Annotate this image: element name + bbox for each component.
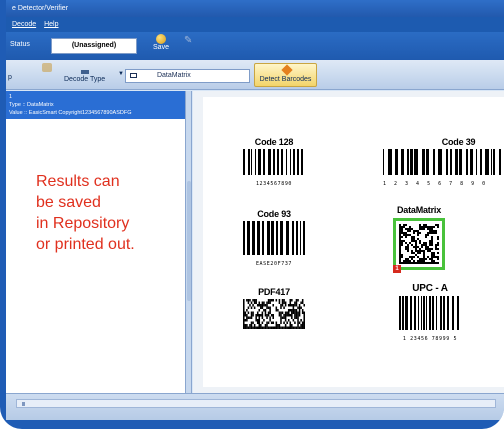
barcode-datamatrix: DataMatrix 1 [381, 205, 457, 273]
decode-type-value: DataMatrix [156, 72, 191, 79]
barcode-code93: Code 93 EASE20F737 [239, 209, 309, 267]
barcode-pdf417: PDF417 [239, 287, 309, 334]
decode-type-label: Decode Type [64, 76, 106, 83]
app-window: e Detector/Verifier Decode Help Status (… [6, 0, 504, 420]
barcode-digits: 1234567890 [255, 181, 293, 187]
save-button[interactable]: Save [148, 34, 174, 58]
pdf417-bars [243, 299, 305, 329]
result-index: 1 [9, 94, 13, 100]
caption-line-2: be saved [36, 194, 101, 211]
toolbar-edge-label: p [8, 74, 12, 81]
detect-icon [281, 64, 293, 76]
code128-bars [243, 149, 303, 175]
menu-bar: Decode Help [6, 17, 504, 32]
window-title: e Detector/Verifier [12, 5, 69, 12]
decode-type-button[interactable]: Decode Type [64, 70, 105, 83]
barcode-code39: Code 39 1 2 3 4 5 6 7 8 9 0 [383, 137, 504, 187]
barcode-label: Code 93 [257, 209, 291, 219]
disabled-edit-icon: ✎ [184, 35, 193, 46]
result-type: Type :: DataMatrix [9, 102, 54, 108]
barcode-digits: 1 2 3 4 5 6 7 8 9 0 [383, 181, 488, 187]
detect-barcodes-button[interactable]: Detect Barcodes [254, 63, 317, 87]
barcode-icon [80, 70, 89, 74]
result-value: Value :: EasicSmart Copyright1234567890A… [9, 110, 132, 116]
horizontal-scrollbar[interactable] [16, 399, 496, 408]
upca-bars [399, 296, 459, 330]
menu-item-decode[interactable]: Decode [12, 21, 36, 28]
save-icon [156, 34, 166, 44]
save-label: Save [153, 44, 169, 51]
code93-bars [243, 221, 305, 255]
barcode-code128: Code 128 1234567890 [239, 137, 309, 187]
screenshot-frame: e Detector/Verifier Decode Help Status (… [0, 0, 504, 429]
decode-toolbar: p Decode Type ▼ DataMatrix Detect Barcod… [6, 60, 504, 90]
status-field[interactable]: (Unassigned) [51, 38, 137, 54]
overlay-caption: Results can be saved in Repository or pr… [36, 171, 186, 255]
caption-line-4: or printed out. [36, 236, 135, 253]
menu-item-help[interactable]: Help [44, 21, 58, 28]
status-bar [6, 393, 504, 420]
decode-type-select[interactable]: DataMatrix [125, 69, 250, 83]
image-viewer[interactable]: Code 128 1234567890 Code 39 1 2 3 4 5 6 … [193, 91, 504, 393]
detected-highlight[interactable] [393, 218, 445, 270]
toolbar-icon [42, 63, 52, 72]
panel-splitter[interactable] [186, 91, 192, 393]
barcode-label: PDF417 [258, 287, 290, 297]
barcode-digits: EASE20F737 [255, 261, 293, 267]
barcode-label: DataMatrix [396, 205, 441, 215]
barcode-label: Code 39 [441, 137, 476, 147]
code39-bars [383, 149, 501, 175]
caption-line-3: in Repository [36, 215, 130, 232]
result-badge[interactable]: 1 [393, 265, 401, 273]
detect-label: Detect Barcodes [259, 76, 312, 83]
barcode-label: UPC - A [412, 283, 448, 294]
type-icon [130, 72, 137, 78]
barcode-label: Code 128 [254, 137, 294, 147]
selected-result-row[interactable]: 1 Type :: DataMatrix Value :: EasicSmart… [6, 91, 185, 119]
splitter-knob[interactable] [187, 181, 191, 301]
ribbon-toolbar: Status (Unassigned) Save ✎ [6, 32, 504, 60]
barcode-upca: UPC - A 1 23456 78999 5 [393, 283, 467, 342]
datamatrix-matrix [399, 224, 439, 264]
title-bar: e Detector/Verifier [6, 0, 504, 17]
barcode-sheet: Code 128 1234567890 Code 39 1 2 3 4 5 6 … [203, 97, 504, 387]
status-label: Status [10, 41, 30, 48]
caption-line-1: Results can [36, 173, 120, 190]
barcode-digits: 1 23456 78999 5 [402, 336, 458, 342]
scroll-thumb[interactable] [22, 402, 25, 406]
chevron-down-icon[interactable]: ▼ [118, 71, 124, 77]
